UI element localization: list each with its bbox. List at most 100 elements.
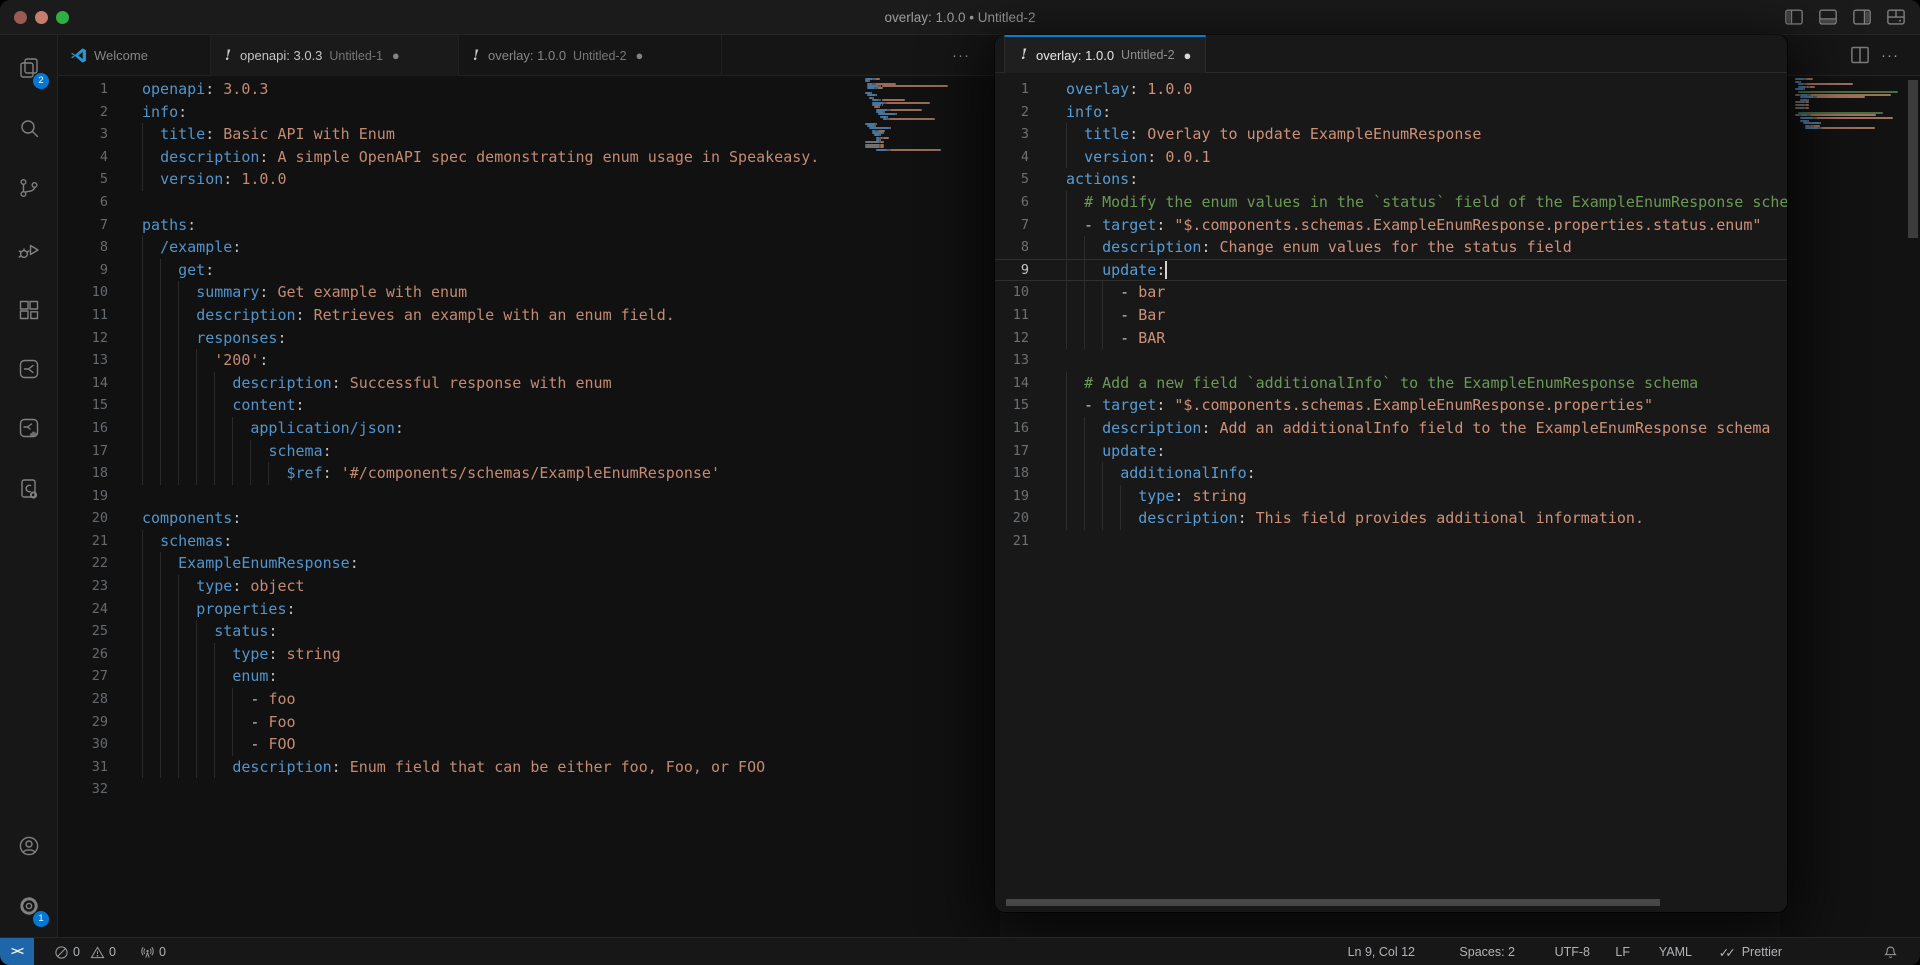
language-mode-status[interactable]: YAML	[1659, 938, 1692, 965]
line-number: 2	[58, 101, 108, 124]
code-line: 29 - Foo	[58, 711, 1000, 734]
customize-layout-icon[interactable]	[1886, 7, 1906, 27]
tab-overlay-untitled-2[interactable]: ! overlay: 1.0.0 Untitled-2 ●	[1004, 35, 1206, 73]
code-line: 3 title: Basic API with Enum	[58, 123, 1000, 146]
code-line: 17 update:	[995, 440, 1787, 463]
background-minimap[interactable]	[1795, 78, 1902, 148]
code-line: 17 schema:	[58, 440, 1000, 463]
line-number: 18	[58, 462, 108, 485]
code-line: 5 version: 1.0.0	[58, 168, 1000, 191]
notifications-bell[interactable]	[1883, 938, 1898, 965]
line-number: 17	[58, 440, 108, 463]
code-line: 11 description: Retrieves an example wit…	[58, 304, 1000, 327]
line-number: 2	[995, 101, 1029, 124]
code-line: 23 type: object	[58, 575, 1000, 598]
split-editor-icon[interactable]	[1850, 45, 1870, 65]
line-number: 19	[995, 485, 1029, 508]
toggle-secondary-sidebar-icon[interactable]	[1852, 7, 1872, 27]
line-number: 12	[995, 327, 1029, 350]
minimap-line	[1820, 122, 1821, 124]
code-line: 24 properties:	[58, 598, 1000, 621]
code-line: 1openapi: 3.0.3	[58, 78, 1000, 101]
activity-bar: 21	[0, 35, 58, 937]
activity-item-code-config[interactable]	[0, 464, 58, 514]
activity-item-source-control[interactable]	[0, 163, 58, 213]
activity-item-extensions[interactable]	[0, 285, 58, 335]
layout-controls	[1784, 7, 1906, 27]
indentation-status[interactable]: Spaces: 2	[1459, 938, 1515, 965]
code-line: 18 additionalInfo:	[995, 462, 1787, 485]
warning-count: 0	[109, 945, 116, 959]
line-number: 6	[995, 191, 1029, 214]
code-line: 22 ExampleEnumResponse:	[58, 552, 1000, 575]
overlay-editor-surface[interactable]: 1overlay: 1.0.02info:3 title: Overlay to…	[995, 73, 1787, 912]
code-line: 21 schemas:	[58, 530, 1000, 553]
code-line: 5actions:	[995, 168, 1787, 191]
code-line: 18 $ref: '#/components/schemas/ExampleEn…	[58, 462, 1000, 485]
modified-dot-icon[interactable]: ●	[1184, 48, 1192, 63]
tab-openapi-3-0-3[interactable]: !openapi: 3.0.3Untitled-1●	[211, 35, 459, 76]
line-number: 11	[58, 304, 108, 327]
code-line: 27 enum:	[58, 665, 1000, 688]
code-line: 28 - foo	[58, 688, 1000, 711]
activity-item-terraform[interactable]	[0, 344, 58, 394]
activity-item-explorer[interactable]: 2	[0, 43, 58, 93]
toggle-panel-icon[interactable]	[1818, 7, 1838, 27]
activity-item-terraform-cloud[interactable]	[0, 403, 58, 453]
tab-welcome[interactable]: Welcome	[58, 35, 211, 76]
formatter-status[interactable]: ✓✓ Prettier	[1719, 938, 1782, 965]
line-number: 4	[995, 146, 1029, 169]
more-actions-icon[interactable]: ···	[952, 35, 970, 76]
cursor-position-status[interactable]: Ln 9, Col 12	[1348, 938, 1415, 965]
code-line: 15 content:	[58, 394, 1000, 417]
line-number: 4	[58, 146, 108, 169]
code-line: 31 description: Enum field that can be e…	[58, 756, 1000, 779]
line-number: 21	[58, 530, 108, 553]
code-line: 3 title: Overlay to update ExampleEnumRe…	[995, 123, 1787, 146]
code-line: 19 type: string	[995, 485, 1787, 508]
horizontal-scrollbar[interactable]	[1006, 899, 1660, 906]
encoding-status[interactable]: UTF-8	[1555, 938, 1590, 965]
warning-icon	[90, 945, 105, 960]
minimap-line	[1809, 86, 1815, 88]
line-number: 3	[58, 123, 108, 146]
line-number: 6	[58, 191, 108, 214]
minimap-line	[1805, 127, 1819, 129]
line-number: 9	[58, 259, 108, 282]
minimap-line	[1806, 78, 1812, 80]
line-number: 32	[58, 778, 108, 801]
code-line: 19	[58, 485, 1000, 508]
tab-title: overlay: 1.0.0	[1036, 48, 1114, 63]
remote-indicator[interactable]: ><	[0, 938, 34, 965]
openapi-editor-surface[interactable]: 1openapi: 3.0.32info:3 title: Basic API …	[58, 76, 1000, 937]
modified-dot-icon[interactable]: ●	[392, 48, 400, 63]
code-line: 16 application/json:	[58, 417, 1000, 440]
activity-item-search[interactable]	[0, 103, 58, 153]
ports-status[interactable]: 0	[140, 938, 166, 965]
toggle-primary-sidebar-icon[interactable]	[1784, 7, 1804, 27]
modified-dot-icon[interactable]: ●	[636, 48, 644, 63]
eol-status[interactable]: LF	[1615, 938, 1630, 965]
problems-status[interactable]: 0 0	[54, 938, 116, 965]
line-number: 13	[58, 349, 108, 372]
activity-item-accounts[interactable]	[0, 821, 58, 871]
line-number: 14	[58, 372, 108, 395]
line-number: 24	[58, 598, 108, 621]
line-number: 29	[58, 711, 108, 734]
code-line: 7paths:	[58, 214, 1000, 237]
tab-overlay-1-0-0[interactable]: !overlay: 1.0.0Untitled-2●	[459, 35, 722, 76]
line-number: 31	[58, 756, 108, 779]
more-actions-icon[interactable]: ···	[1881, 35, 1899, 76]
minimap-line	[1800, 96, 1814, 98]
tab-title: Welcome	[94, 48, 148, 63]
yaml-file-icon: !	[223, 48, 233, 64]
activity-item-run-and-debug[interactable]	[0, 225, 58, 275]
vertical-scrollbar[interactable]	[1908, 80, 1918, 238]
activity-item-settings[interactable]: 1	[0, 881, 58, 931]
line-number: 16	[58, 417, 108, 440]
code-line: 32	[58, 778, 1000, 801]
code-line: 12 responses:	[58, 327, 1000, 350]
line-number: 21	[995, 530, 1029, 553]
code-line: 16 description: Add an additionalInfo fi…	[995, 417, 1787, 440]
yaml-file-icon: !	[471, 48, 481, 64]
